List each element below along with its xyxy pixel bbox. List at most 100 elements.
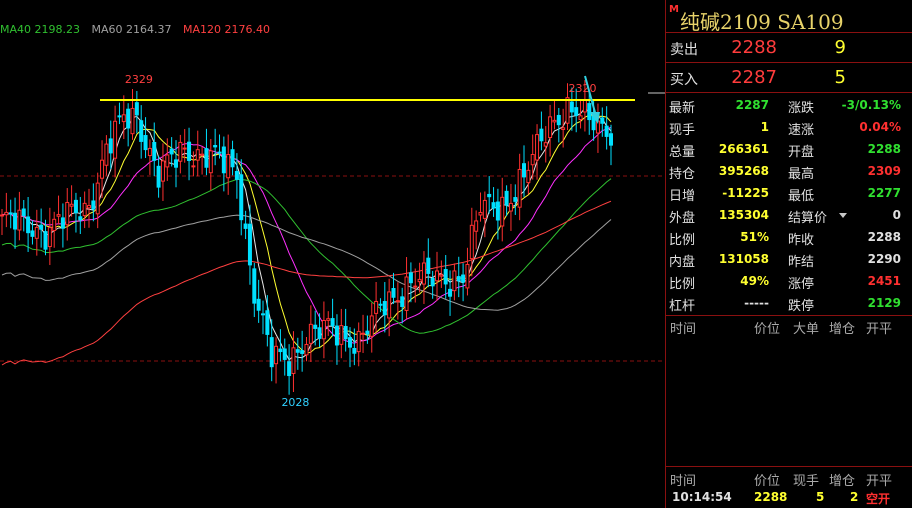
candle-body [265,310,270,335]
candle-body [513,197,518,202]
candle [609,124,613,166]
candle-body [247,223,252,266]
candle-body [408,272,413,284]
candle [404,257,409,320]
candle [600,107,605,137]
stat-label: 跌停 [788,299,815,314]
candle [556,108,561,143]
stat-label: 结算价 [788,211,828,226]
candle-body [356,330,361,353]
candle [295,337,300,370]
candle [574,88,579,133]
stat-row: 持仓 395268 最高 2309 [666,161,912,183]
col-time: 时间 [670,474,697,489]
stat-label: 涨跌 [788,101,815,116]
candle-body [230,149,235,168]
stat-value: 2288 [867,230,901,244]
candle-body [104,143,109,166]
candle [535,124,540,180]
candle-body [535,134,540,161]
candle-body [226,154,231,179]
candle-body [495,201,500,221]
stat-value: 2277 [867,186,901,200]
candle [69,185,74,217]
stat-label: 比例 [669,233,696,248]
candle [526,161,531,195]
candle [478,192,483,222]
candle-body [552,119,557,123]
candle-body [387,291,392,319]
candle [113,105,118,178]
candle [13,197,18,249]
candle [78,196,83,235]
candle-body [269,337,274,368]
stat-row: 最新 2287 涨跌 -3/0.13% [666,95,912,117]
candle-body [4,211,9,216]
candle-body [156,165,161,188]
candle [421,251,426,304]
candle [452,263,457,301]
candle-body [517,168,522,208]
candle [156,155,161,198]
candle [508,183,513,231]
stat-label: 外盘 [669,211,696,226]
candle-body [443,269,448,285]
stat-label: 日增 [669,189,696,204]
stat-value: 135304 [718,208,769,222]
candle [147,139,152,175]
stat-row: 日增 -11225 最低 2277 [666,183,912,205]
sell-row[interactable]: 卖出 2288 9 [666,33,912,63]
col-price: 价位 [754,474,781,489]
candle-body [352,347,357,354]
ma60-line [1,214,612,311]
candle [17,191,22,241]
candle-body [21,208,26,216]
candle-body [108,138,113,154]
candle-body [147,147,152,157]
candle-body [452,270,457,292]
stat-value: 2287 [735,98,769,112]
candlestick-chart[interactable]: 2329 2028 2320 [0,0,665,508]
candle [400,287,405,324]
candle [369,302,374,353]
candle-body [543,142,548,147]
candle [304,336,309,362]
candle [108,120,113,169]
candle [230,140,235,176]
candle-body [43,231,48,250]
candle [82,191,87,229]
instrument-title[interactable]: 纯碱2109 SA109 [680,6,844,35]
candle [26,196,31,252]
candle-body [91,200,96,210]
stat-label: 持仓 [669,167,696,182]
candle [274,337,279,384]
candle-body [30,230,35,237]
candle [474,210,479,250]
candle-body [100,159,105,179]
candle-body [178,141,183,162]
candle [91,183,96,222]
candle-body [73,199,78,214]
candle-body [504,190,509,206]
dropdown-arrow-icon[interactable] [839,213,847,218]
candle-body [221,146,226,174]
candle-body [574,107,579,116]
candle [239,159,244,236]
candle-body [217,151,222,154]
sell-label: 卖出 [670,42,698,58]
stat-value: -11225 [722,186,769,200]
candle-body [522,163,526,178]
stat-value: 2288 [867,142,901,156]
buy-row[interactable]: 买入 2287 5 [666,63,912,93]
candle [0,209,4,235]
stat-value: 51% [740,230,769,244]
candle [465,247,470,296]
candle [60,203,65,248]
candle-body [508,202,513,212]
candle-body [587,103,592,121]
candle-body [426,257,431,274]
stat-value: 2290 [867,252,901,266]
candle-body [413,285,418,288]
candle [361,314,366,353]
candle-body [465,263,470,289]
